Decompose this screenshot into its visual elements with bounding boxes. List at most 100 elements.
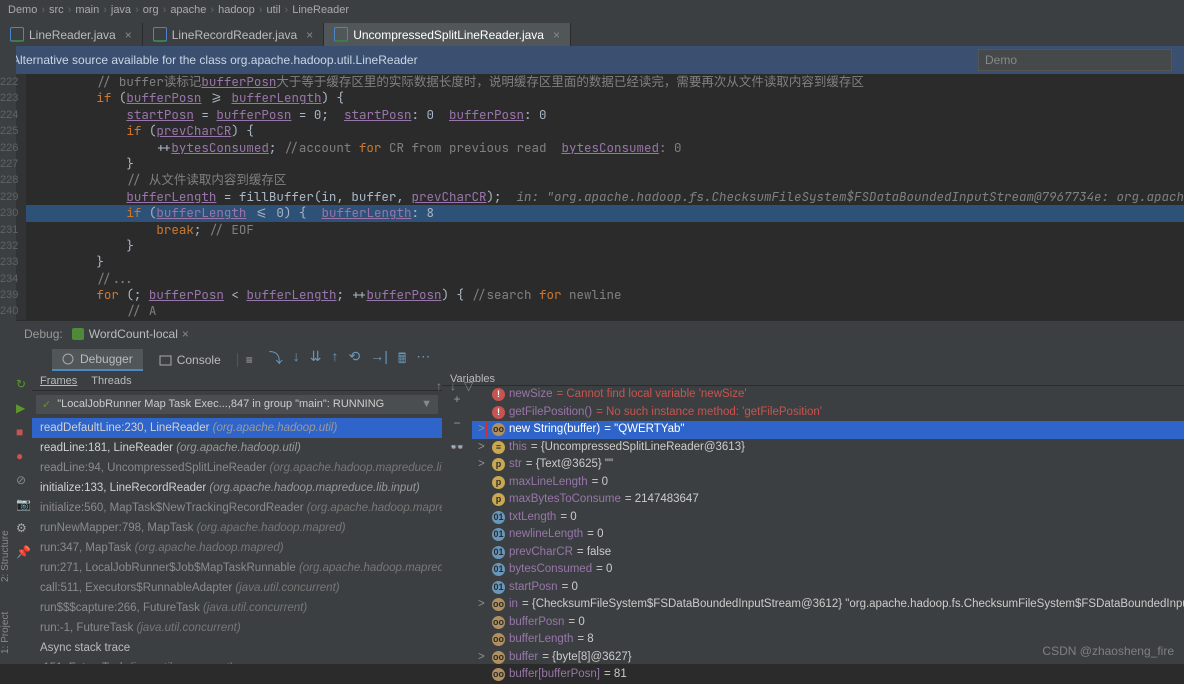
editor-tab[interactable]: LineReader.java× bbox=[0, 23, 143, 46]
code-line: for (; bufferPosn < bufferLength; ++buff… bbox=[26, 287, 1184, 303]
variable-row[interactable]: >≡ this = {UncompressedSplitLineReader@3… bbox=[472, 439, 1184, 457]
line-number[interactable]: 232 bbox=[0, 238, 18, 254]
rerun-icon[interactable]: ↻ bbox=[16, 377, 32, 393]
line-number[interactable]: 233 bbox=[0, 254, 18, 270]
code-line: } bbox=[26, 254, 1184, 270]
var-type-icon: oo bbox=[492, 651, 505, 664]
line-number[interactable]: 223 bbox=[0, 90, 18, 106]
stack-frame[interactable]: readDefaultLine:230, LineReader (org.apa… bbox=[32, 418, 442, 438]
resume-icon[interactable]: ▶ bbox=[16, 401, 32, 417]
tab-debugger[interactable]: Debugger bbox=[52, 349, 143, 371]
line-number[interactable]: 226 bbox=[0, 140, 18, 156]
line-number[interactable]: 224 bbox=[0, 107, 18, 123]
code-line: if (bufferLength <= 0) { bufferLength: 8 bbox=[26, 205, 1184, 221]
variables-list[interactable]: ! newSize = Cannot find local variable '… bbox=[472, 386, 1184, 684]
line-number[interactable]: 231 bbox=[0, 222, 18, 238]
variable-row[interactable]: p maxBytesToConsume = 2147483647 bbox=[472, 491, 1184, 509]
stack-frame[interactable]: run:271, LocalJobRunner$Job$MapTaskRunna… bbox=[32, 558, 442, 578]
expand-icon[interactable]: > bbox=[478, 457, 488, 473]
stack-frame[interactable]: readLine:181, LineReader (org.apache.had… bbox=[32, 438, 442, 458]
run-config-tab[interactable]: WordCount-local × bbox=[71, 327, 189, 341]
frames-list[interactable]: readDefaultLine:230, LineReader (org.apa… bbox=[32, 418, 442, 664]
gutter[interactable]: 2222232242252262272282292302312322332342… bbox=[0, 74, 26, 320]
code-line: break; // EOF bbox=[26, 222, 1184, 238]
line-number[interactable]: 230 bbox=[0, 205, 18, 221]
mute-bp-icon[interactable]: ⊘ bbox=[16, 473, 32, 489]
stack-frame[interactable]: runNewMapper:798, MapTask (org.apache.ha… bbox=[32, 518, 442, 538]
expand-icon[interactable]: > bbox=[478, 440, 488, 456]
close-icon[interactable]: × bbox=[125, 28, 132, 42]
variable-row[interactable]: >oo in = {ChecksumFileSystem$FSDataBound… bbox=[472, 596, 1184, 614]
stack-frame[interactable]: initialize:560, MapTask$NewTrackingRecor… bbox=[32, 498, 442, 518]
evaluate-icon[interactable]: 🖩 bbox=[398, 348, 406, 372]
stack-frame[interactable]: run$$$capture:266, FutureTask (java.util… bbox=[32, 598, 442, 618]
expand-icon[interactable]: > bbox=[478, 650, 488, 666]
line-number[interactable]: 229 bbox=[0, 189, 18, 205]
prev-frame-icon[interactable]: ↑ bbox=[436, 379, 442, 393]
code-line: if (bufferPosn >= bufferLength) { bbox=[26, 90, 1184, 106]
code-line: // 从文件读取内容到缓存区 bbox=[26, 172, 1184, 188]
vars-toolbar: + − 👓 bbox=[442, 386, 472, 684]
line-number[interactable]: 225 bbox=[0, 123, 18, 139]
step-out-icon[interactable]: ↑ bbox=[332, 348, 339, 372]
pin-icon[interactable]: 📌 bbox=[16, 545, 32, 561]
close-icon[interactable]: × bbox=[306, 28, 313, 42]
tool-structure: 2: Structure bbox=[0, 530, 16, 582]
drop-frame-icon[interactable]: ⟲ bbox=[349, 348, 361, 372]
variable-row[interactable]: 01 prevCharCR = false bbox=[472, 544, 1184, 562]
line-number[interactable]: 234 bbox=[0, 271, 18, 287]
editor-tab[interactable]: UncompressedSplitLineReader.java× bbox=[324, 23, 571, 46]
stack-frame[interactable]: call:511, Executors$RunnableAdapter (jav… bbox=[32, 578, 442, 598]
code-line: bufferLength = fillBuffer(in, buffer, pr… bbox=[26, 189, 1184, 205]
debug-left-toolbar: ↻ ▶ ■ ● ⊘ 📷 ⚙ 📌 bbox=[16, 373, 32, 664]
run-to-cursor-icon[interactable]: →| bbox=[370, 348, 388, 372]
editor[interactable]: 2222232242252262272282292302312322332342… bbox=[0, 74, 1184, 320]
stack-frame[interactable]: run:-1, FutureTask (java.util.concurrent… bbox=[32, 618, 442, 638]
var-type-icon: 01 bbox=[492, 511, 505, 524]
variable-row[interactable]: >oo new String(buffer) = "QWERTYab" bbox=[472, 421, 1184, 439]
view-bp-icon[interactable]: ● bbox=[16, 449, 32, 465]
next-frame-icon[interactable]: ↓ bbox=[450, 379, 456, 393]
more-icon[interactable]: ⋯ bbox=[416, 348, 430, 372]
expand-icon[interactable]: > bbox=[478, 597, 488, 613]
variable-row[interactable]: ! newSize = Cannot find local variable '… bbox=[472, 386, 1184, 404]
variable-row[interactable]: oo buffer[bufferPosn] = 81 bbox=[472, 666, 1184, 684]
variable-row[interactable]: 01 bytesConsumed = 0 bbox=[472, 561, 1184, 579]
tab-console[interactable]: Console bbox=[149, 350, 231, 370]
close-icon[interactable]: × bbox=[553, 28, 560, 42]
glasses-icon[interactable]: 👓 bbox=[450, 440, 465, 454]
stack-frame[interactable]: :151, FutureTask (java.util.concurrent) bbox=[32, 658, 442, 664]
variable-row[interactable]: ! getFilePosition() = No such instance m… bbox=[472, 404, 1184, 422]
threads-tab[interactable]: Threads bbox=[91, 375, 131, 387]
add-watch-icon[interactable]: + bbox=[453, 392, 460, 406]
thread-selector[interactable]: ✓ "LocalJobRunner Map Task Exec...,847 i… bbox=[36, 395, 438, 414]
line-number[interactable]: 228 bbox=[0, 172, 18, 188]
variable-row[interactable]: 01 startPosn = 0 bbox=[472, 579, 1184, 597]
tool-project: 1: Project bbox=[0, 612, 16, 654]
remove-watch-icon[interactable]: − bbox=[453, 416, 460, 430]
line-number[interactable]: 227 bbox=[0, 156, 18, 172]
editor-tab[interactable]: LineRecordReader.java× bbox=[143, 23, 324, 46]
force-step-icon[interactable]: ⇊ bbox=[310, 348, 322, 372]
variable-row[interactable]: p maxLineLength = 0 bbox=[472, 474, 1184, 492]
line-number[interactable]: 222 bbox=[0, 74, 18, 90]
step-over-icon[interactable]: ⤵ bbox=[269, 348, 283, 372]
bug-icon bbox=[62, 353, 75, 366]
demo-dropdown[interactable]: Demo bbox=[978, 49, 1172, 71]
stack-frame[interactable]: initialize:133, LineRecordReader (org.ap… bbox=[32, 478, 442, 498]
highlight-box bbox=[486, 421, 698, 438]
code-area[interactable]: // buffer读标记bufferPosn大于等于缓存区里的实际数据长度时，说… bbox=[26, 74, 1184, 320]
variable-row[interactable]: 01 newlineLength = 0 bbox=[472, 526, 1184, 544]
stack-frame[interactable]: readLine:94, UncompressedSplitLineReader… bbox=[32, 458, 442, 478]
variable-row[interactable]: >p str = {Text@3625} "" bbox=[472, 456, 1184, 474]
stack-frame[interactable]: run:347, MapTask (org.apache.hadoop.mapr… bbox=[32, 538, 442, 558]
step-into-icon[interactable]: ↓ bbox=[293, 348, 300, 372]
variable-row[interactable]: 01 txtLength = 0 bbox=[472, 509, 1184, 527]
variable-row[interactable]: oo bufferPosn = 0 bbox=[472, 614, 1184, 632]
line-number[interactable]: 240 bbox=[0, 303, 18, 319]
settings-icon[interactable]: ⚙ bbox=[16, 521, 32, 537]
stop-icon[interactable]: ■ bbox=[16, 425, 32, 441]
camera-icon[interactable]: 📷 bbox=[16, 497, 32, 513]
frames-tab[interactable]: Frames bbox=[40, 375, 77, 387]
line-number[interactable]: 239 bbox=[0, 287, 18, 303]
